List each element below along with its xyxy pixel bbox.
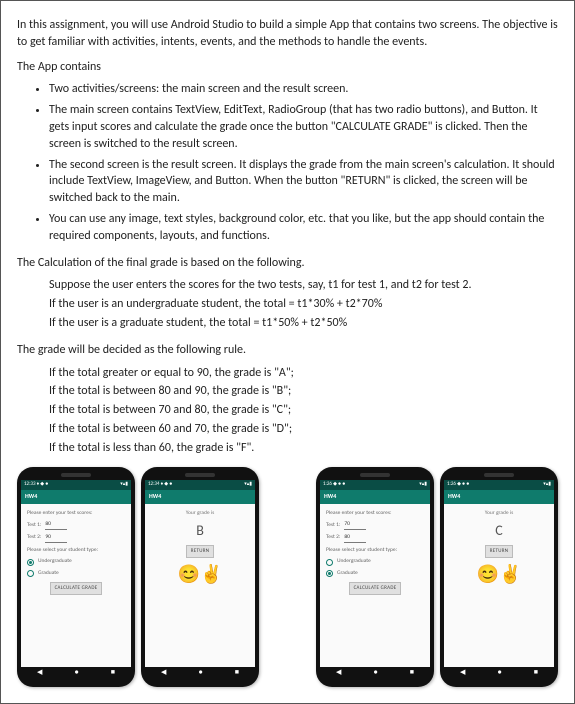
test1-label: Test 1: (326, 522, 340, 530)
test2-label: Test 2: (326, 534, 340, 542)
rule-line: If the total is between 60 and 70, the g… (49, 421, 558, 438)
radio-undergrad[interactable] (27, 559, 34, 566)
list-item: Two activities/screens: the main screen … (49, 81, 558, 98)
recent-icon[interactable]: ■ (410, 667, 414, 677)
grade-letter: C (450, 521, 548, 541)
rule-line: If the total is between 70 and 80, the g… (49, 402, 558, 419)
enter-scores-label: Please enter your test scores: (326, 510, 424, 518)
requirements-list: Two activities/screens: the main screen … (17, 81, 558, 244)
app-contains-heading: The App contains (17, 59, 558, 76)
status-bar: 1:26 ◆ ● ●▾▴▮ (444, 480, 554, 490)
status-bar: 1:26 ◆ ● ●▾▴▮ (320, 480, 430, 490)
return-button[interactable]: RETURN (485, 545, 514, 558)
calculation-block: Suppose the user enters the scores for t… (17, 277, 558, 331)
app-bar: HW4 (145, 490, 255, 504)
phone-mock: 1:26 ◆ ● ●▾▴▮ HW4 Please enter your test… (316, 467, 434, 687)
calc-line: If the user is an undergraduate student,… (49, 296, 558, 313)
nav-bar: ◀ ● ■ (444, 667, 554, 677)
radio-undergrad[interactable] (326, 559, 333, 566)
status-bar: 12:33 ♦ ◆ ●▾▴▮ (21, 480, 131, 490)
status-bar: 12:34 ♦ ◆ ●▾▴▮ (145, 480, 255, 490)
test1-label: Test 1: (27, 522, 41, 530)
phone-mock: 12:33 ♦ ◆ ●▾▴▮ HW4 Please enter your tes… (17, 467, 135, 687)
home-icon[interactable]: ● (497, 667, 501, 677)
select-type-label: Please select your student type: (326, 547, 424, 555)
undergrad-label: Undergraduate (38, 558, 72, 566)
test2-label: Test 2: (27, 534, 41, 542)
return-button[interactable]: RETURN (186, 545, 215, 558)
phone-mock: 12:34 ♦ ◆ ●▾▴▮ HW4 Your grade is B RETUR… (141, 467, 259, 687)
recent-icon[interactable]: ■ (534, 667, 538, 677)
grade-rule-block: If the total greater or equal to 90, the… (17, 365, 558, 457)
grade-label: Your grade is (450, 510, 548, 518)
app-bar: HW4 (21, 490, 131, 504)
grade-label: Your grade is (151, 510, 249, 518)
screenshot-row: 12:33 ♦ ◆ ●▾▴▮ HW4 Please enter your tes… (17, 467, 558, 687)
back-icon[interactable]: ◀ (336, 667, 341, 677)
app-bar: HW4 (444, 490, 554, 504)
grad-label: Graduate (337, 570, 358, 578)
grade-letter: B (151, 521, 249, 541)
list-item: The second screen is the result screen. … (49, 157, 558, 207)
select-type-label: Please select your student type: (27, 547, 125, 555)
back-icon[interactable]: ◀ (161, 667, 166, 677)
calculate-button[interactable]: CALCULATE GRADE (50, 582, 103, 595)
back-icon[interactable]: ◀ (37, 667, 42, 677)
rule-line: If the total greater or equal to 90, the… (49, 365, 558, 382)
app-bar: HW4 (320, 490, 430, 504)
assignment-intro: In this assignment, you will use Android… (17, 17, 558, 51)
screenshot-pair: 1:26 ◆ ● ●▾▴▮ HW4 Please enter your test… (316, 467, 558, 687)
calc-line: Suppose the user enters the scores for t… (49, 277, 558, 294)
nav-bar: ◀ ● ■ (145, 667, 255, 677)
test1-input[interactable]: 80 (45, 521, 67, 530)
result-image: 😊✌️ (477, 562, 522, 587)
calculation-heading: The Calculation of the final grade is ba… (17, 255, 558, 272)
grade-rule-heading: The grade will be decided as the followi… (17, 342, 558, 359)
home-icon[interactable]: ● (74, 667, 78, 677)
phone-mock: 1:26 ◆ ● ●▾▴▮ HW4 Your grade is C RETURN… (440, 467, 558, 687)
home-icon[interactable]: ● (373, 667, 377, 677)
list-item: The main screen contains TextView, EditT… (49, 102, 558, 152)
back-icon[interactable]: ◀ (460, 667, 465, 677)
undergrad-label: Undergraduate (337, 558, 371, 566)
result-image: 😊✌️ (178, 562, 223, 587)
screenshot-pair: 12:33 ♦ ◆ ●▾▴▮ HW4 Please enter your tes… (17, 467, 259, 687)
nav-bar: ◀ ● ■ (320, 667, 430, 677)
calc-line: If the user is a graduate student, the t… (49, 315, 558, 332)
rule-line: If the total is between 80 and 90, the g… (49, 383, 558, 400)
enter-scores-label: Please enter your test scores: (27, 510, 125, 518)
home-icon[interactable]: ● (198, 667, 202, 677)
nav-bar: ◀ ● ■ (21, 667, 131, 677)
calculate-button[interactable]: CALCULATE GRADE (349, 582, 402, 595)
test1-input[interactable]: 70 (344, 521, 366, 530)
list-item: You can use any image, text styles, back… (49, 211, 558, 245)
recent-icon[interactable]: ■ (235, 667, 239, 677)
test2-input[interactable]: 90 (45, 534, 67, 543)
grad-label: Graduate (38, 570, 59, 578)
rule-line: If the total is less than 60, the grade … (49, 440, 558, 457)
radio-grad[interactable] (27, 570, 34, 577)
recent-icon[interactable]: ■ (111, 667, 115, 677)
radio-grad[interactable] (326, 570, 333, 577)
test2-input[interactable]: 80 (344, 534, 366, 543)
